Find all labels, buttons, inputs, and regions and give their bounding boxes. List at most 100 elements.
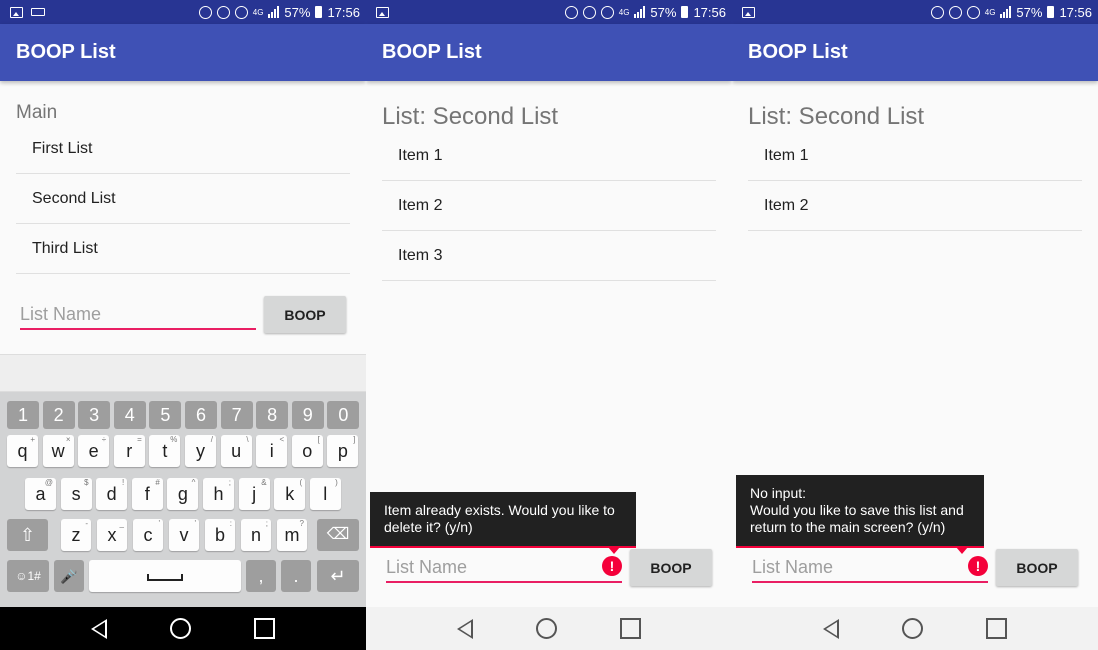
gallery-notification-icon [742, 6, 755, 18]
letter-key[interactable]: n; [241, 519, 271, 551]
letter-key[interactable]: j & [238, 478, 270, 510]
letter-key[interactable]: u \ [220, 435, 252, 467]
home-icon[interactable] [169, 618, 191, 639]
keyboard-row-4: ☺1# 🎤 , . ↵ [0, 560, 366, 594]
signal-icon [1000, 6, 1012, 18]
back-icon[interactable] [457, 618, 474, 639]
gallery-notification-icon [10, 6, 23, 18]
number-key[interactable]: 0 [327, 401, 360, 429]
key-secondary-symbol: ( [299, 478, 303, 487]
key-secondary-symbol: ; [228, 478, 231, 487]
letter-key[interactable]: s $ [60, 478, 92, 510]
list-item[interactable]: Second List [16, 174, 350, 224]
letter-key[interactable]: y / [185, 435, 216, 467]
signal-icon [634, 6, 646, 18]
key-letter: v [179, 525, 189, 545]
letter-key[interactable]: r = [113, 435, 145, 467]
recent-apps-icon[interactable] [253, 618, 275, 639]
letter-key[interactable]: w × [42, 435, 74, 467]
home-icon[interactable] [535, 618, 557, 639]
number-key[interactable]: 7 [220, 401, 253, 429]
number-key[interactable]: 5 [149, 401, 182, 429]
list-item[interactable]: Item 3 [382, 231, 716, 281]
key-secondary-symbol: & [261, 478, 267, 487]
number-key[interactable]: 9 [291, 401, 324, 429]
boop-button[interactable]: BOOP [630, 549, 712, 586]
key-secondary-symbol: : [229, 519, 232, 528]
key-secondary-symbol: \ [246, 435, 249, 444]
boop-button[interactable]: BOOP [996, 549, 1078, 586]
number-key[interactable]: 3 [78, 401, 111, 429]
letter-key[interactable]: e ÷ [78, 435, 110, 467]
list-item[interactable]: Item 1 [748, 131, 1082, 181]
letter-key[interactable]: d! [96, 478, 128, 510]
letter-key[interactable]: m? [277, 519, 307, 551]
key-secondary-symbol: $ [84, 478, 89, 487]
list-heading: List: Second List [382, 103, 559, 130]
clock: 17:56 [327, 4, 360, 20]
letter-key[interactable]: g ^ [167, 478, 199, 510]
back-icon[interactable] [823, 618, 840, 639]
list-item[interactable]: Item 2 [382, 181, 716, 231]
comma-key[interactable]: , [246, 560, 276, 592]
number-key[interactable]: 2 [42, 401, 75, 429]
key-secondary-symbol: < [279, 435, 285, 444]
home-icon[interactable] [901, 618, 923, 639]
letter-key[interactable]: k( [274, 478, 306, 510]
list-item[interactable]: First List [16, 124, 350, 174]
list-name-input[interactable]: List Name ! [386, 553, 622, 583]
backspace-key-icon[interactable]: ⌫ [317, 519, 359, 551]
wifi-icon [966, 5, 980, 19]
list-item[interactable]: Item 2 [748, 181, 1082, 231]
space-key[interactable] [89, 560, 241, 592]
number-key[interactable]: 6 [185, 401, 217, 429]
letter-key[interactable]: p] [327, 435, 359, 467]
letter-key[interactable]: x _ [97, 519, 127, 551]
letter-key[interactable]: q + [7, 435, 38, 467]
symbols-key[interactable]: ☺1# [7, 560, 49, 592]
microphone-key-icon[interactable]: 🎤 [54, 560, 84, 592]
number-key[interactable]: 8 [256, 401, 289, 429]
list-name-input[interactable]: List Name ! [752, 553, 988, 583]
status-bar: 4G 57% 17:56 [366, 0, 732, 24]
bluetooth-icon [564, 5, 578, 19]
key-letter: s [71, 484, 81, 504]
battery-icon [681, 6, 689, 18]
keyboard-number-row: 1234567890 [0, 401, 366, 435]
space-bar-icon [147, 573, 183, 581]
key-letter: g [177, 484, 188, 504]
key-letter: d [106, 484, 117, 504]
letter-key[interactable]: f # [131, 478, 163, 510]
number-key[interactable]: 4 [113, 401, 146, 429]
letter-key[interactable]: a @ [25, 478, 56, 510]
letter-key[interactable]: b: [205, 519, 235, 551]
keyboard-row-3: ⇧ z - x _ c ' v ' b: n; m? ⌫ [0, 519, 366, 553]
key-secondary-symbol: @ [44, 478, 53, 487]
recent-apps-icon[interactable] [619, 618, 641, 639]
letter-key[interactable]: c ' [133, 519, 163, 551]
key-letter: i [269, 441, 274, 461]
key-letter: t [162, 441, 168, 461]
letter-key[interactable]: t% [149, 435, 181, 467]
letter-key[interactable]: z- [61, 519, 91, 551]
list-item[interactable]: Item 1 [382, 131, 716, 181]
number-key[interactable]: 1 [7, 401, 39, 429]
letter-key[interactable]: o[ [291, 435, 323, 467]
letter-key[interactable]: v ' [169, 519, 199, 551]
system-nav-bar [732, 607, 1098, 650]
letter-key[interactable]: l) [309, 478, 341, 510]
error-tooltip: Item already exists. Would you like to d… [370, 492, 636, 554]
key-letter: r [126, 441, 133, 461]
list-name-input[interactable]: List Name [20, 300, 256, 330]
list-item[interactable]: Third List [16, 224, 350, 274]
key-letter: u [231, 441, 242, 461]
letter-key[interactable]: h; [203, 478, 234, 510]
shift-key-icon[interactable]: ⇧ [7, 519, 48, 551]
error-tooltip-text: Item already exists. Would you like to d… [384, 502, 615, 535]
letter-key[interactable]: i < [256, 435, 288, 467]
boop-button[interactable]: BOOP [264, 296, 346, 333]
period-key[interactable]: . [281, 560, 311, 592]
recent-apps-icon[interactable] [985, 618, 1007, 639]
back-icon[interactable] [91, 618, 108, 639]
enter-key-icon[interactable]: ↵ [317, 560, 359, 592]
